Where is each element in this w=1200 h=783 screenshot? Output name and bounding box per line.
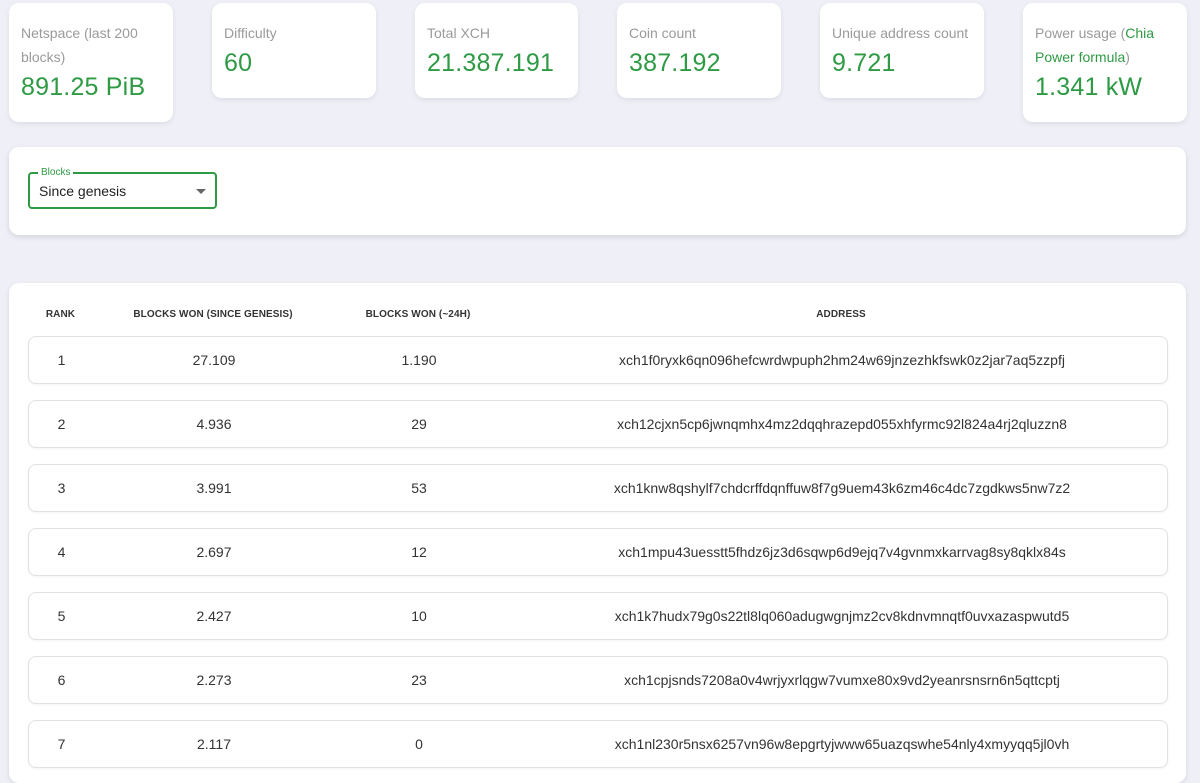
stat-label: Total XCH (427, 25, 491, 41)
cell-rank: 7 (57, 736, 66, 752)
stat-card-difficulty: Difficulty 60 (212, 3, 376, 98)
cell-blocks-won: 2.697 (196, 544, 232, 560)
cell-blocks-won: 2.427 (196, 608, 232, 624)
cell-address[interactable]: xch1knw8qshylf7chdcrffdqnffuw8f7g9uem43k… (497, 480, 1187, 496)
table-row[interactable]: 6 2.273 23 xch1cpjsnds7208a0v4wrjyxrlqgw… (28, 656, 1168, 704)
header-rank: RANK (45, 309, 76, 320)
cell-blocks-won: 27.109 (192, 352, 236, 368)
stat-card-total-xch: Total XCH 21.387.191 (415, 3, 578, 98)
cell-blocks-won-24h: 29 (411, 416, 427, 432)
cell-rank: 2 (57, 416, 66, 432)
table-row[interactable]: 7 2.117 0 xch1nl230r5nsx6257vn96w8epgrty… (28, 720, 1168, 768)
table-row[interactable]: 3 3.991 53 xch1knw8qshylf7chdcrffdqnffuw… (28, 464, 1168, 512)
blocks-select-value: Since genesis (39, 183, 127, 199)
table-row[interactable]: 4 2.697 12 xch1mpu43uesstt5fhdz6jz3d6sqw… (28, 528, 1168, 576)
cell-blocks-won: 2.117 (197, 736, 231, 752)
stat-value: 891.25 PiB (21, 73, 146, 101)
cell-blocks-won-24h: 0 (415, 736, 423, 752)
filter-panel: Blocks Since genesis (9, 147, 1186, 235)
stat-label-prefix: Power usage ( (1035, 25, 1126, 41)
header-address: ADDRESS (816, 309, 866, 320)
stat-value: 60 (224, 49, 253, 77)
cell-blocks-won-24h: 10 (411, 608, 427, 624)
cell-rank: 4 (57, 544, 66, 560)
stat-card-power-usage: Power usage (Chia Power formula) 1.341 k… (1023, 3, 1187, 122)
stat-card-unique-address: Unique address count 9.721 (820, 3, 984, 98)
stat-label: Power usage (Chia Power formula) (1035, 21, 1175, 69)
cell-address[interactable]: xch12cjxn5cp6jwnqmhx4mz2dqqhrazepd055xhf… (497, 416, 1187, 432)
stat-value: 9.721 (832, 49, 896, 77)
cell-rank: 5 (57, 608, 66, 624)
table-row[interactable]: 5 2.427 10 xch1k7hudx79g0s22tl8lq060adug… (28, 592, 1168, 640)
table-row[interactable]: 2 4.936 29 xch12cjxn5cp6jwnqmhx4mz2dqqhr… (28, 400, 1168, 448)
cell-address[interactable]: xch1mpu43uesstt5fhdz6jz3d6sqwp6d9ejq7v4g… (497, 544, 1187, 560)
cell-blocks-won: 3.991 (196, 480, 232, 496)
table-row[interactable]: 1 27.109 1.190 xch1f0ryxk6qn096hefcwrdwp… (28, 336, 1168, 384)
cell-rank: 1 (57, 352, 66, 368)
cell-rank: 6 (57, 672, 66, 688)
stat-card-netspace: Netspace (last 200 blocks) 891.25 PiB (9, 3, 173, 122)
cell-blocks-won-24h: 23 (411, 672, 427, 688)
cell-blocks-won: 2.273 (196, 672, 232, 688)
stat-label-suffix: ) (1125, 49, 1130, 65)
cell-blocks-won-24h: 12 (411, 544, 427, 560)
stat-label: Difficulty (224, 25, 277, 41)
stat-value: 21.387.191 (427, 49, 555, 77)
cell-address[interactable]: xch1f0ryxk6qn096hefcwrdwpuph2hm24w69jnze… (497, 352, 1187, 368)
stat-label: Unique address count (832, 25, 969, 41)
stat-value: 387.192 (629, 49, 721, 77)
cell-address[interactable]: xch1nl230r5nsx6257vn96w8epgrtyjwww65uazq… (497, 736, 1187, 752)
stat-label: Coin count (629, 25, 696, 41)
blocks-select-label: Blocks (38, 167, 74, 179)
stat-card-coin-count: Coin count 387.192 (617, 3, 781, 98)
blocks-select[interactable]: Blocks Since genesis (28, 167, 217, 209)
cell-rank: 3 (57, 480, 66, 496)
cell-address[interactable]: xch1cpjsnds7208a0v4wrjyxrlqgw7vumxe80x9v… (497, 672, 1187, 688)
stat-label: Netspace (last 200 blocks) (21, 25, 138, 65)
dropdown-arrow-icon[interactable] (196, 189, 206, 194)
cell-blocks-won-24h: 53 (411, 480, 427, 496)
leaderboard-table: RANK BLOCKS WON (SINCE GENESIS) BLOCKS W… (9, 283, 1186, 783)
stat-value: 1.341 kW (1035, 73, 1143, 101)
header-blocks-won-genesis: BLOCKS WON (SINCE GENESIS) (133, 309, 293, 320)
cell-blocks-won-24h: 1.190 (401, 352, 437, 368)
cell-address[interactable]: xch1k7hudx79g0s22tl8lq060adugwgnjmz2cv8k… (497, 608, 1187, 624)
header-blocks-won-24h: BLOCKS WON (~24H) (365, 309, 471, 320)
cell-blocks-won: 4.936 (196, 416, 232, 432)
